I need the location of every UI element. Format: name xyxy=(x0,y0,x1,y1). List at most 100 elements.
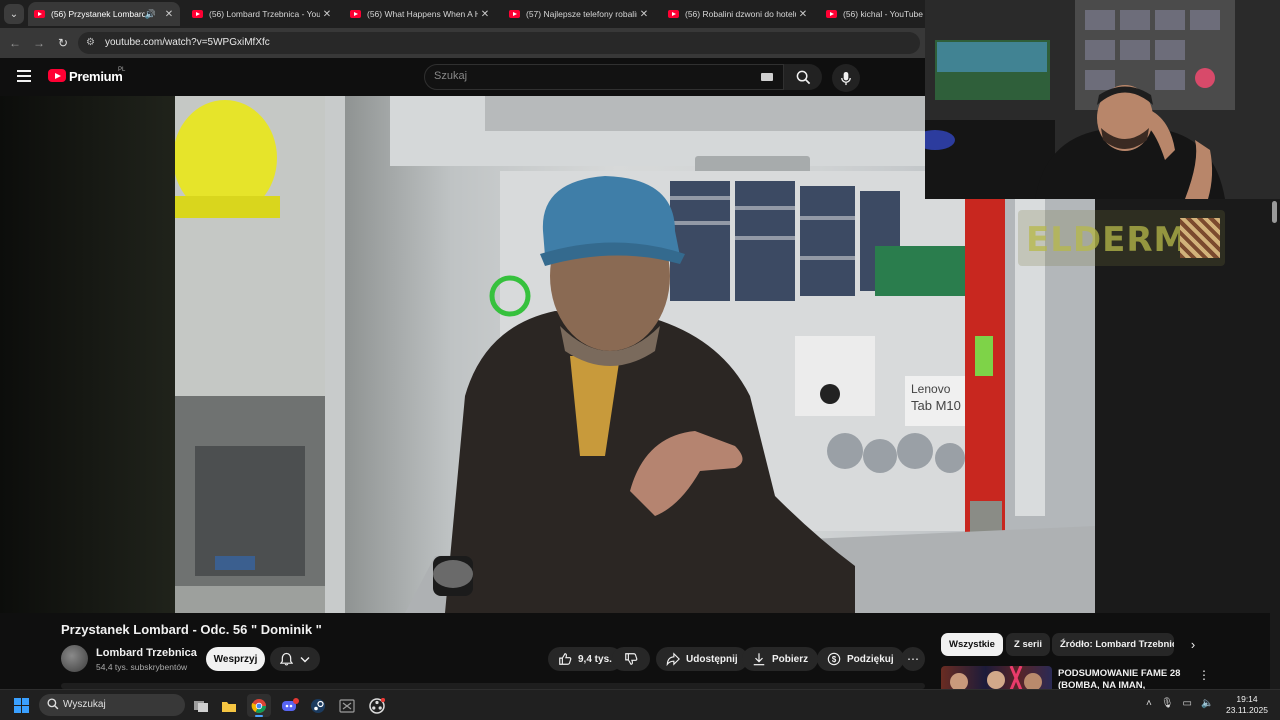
notifications-button[interactable] xyxy=(270,647,320,671)
chip-all[interactable]: Wszystkie xyxy=(941,633,1003,656)
windows-taskbar: Wyszukaj ˄ 🎙 ▭ 🔈 19:14 23.11.2025 xyxy=(0,689,1280,720)
share-icon xyxy=(666,652,680,666)
system-tray: ˄ 🎙 ▭ 🔈 xyxy=(1146,698,1213,709)
tab-najlepsze-telefony[interactable]: (57) Najlepsze telefony robalinie ✕ xyxy=(503,2,655,26)
chevron-right-icon[interactable]: › xyxy=(1184,636,1202,654)
watermark-logo: ELDERM xyxy=(1026,220,1189,260)
qr-code-icon xyxy=(1180,218,1220,258)
xbox-icon[interactable] xyxy=(335,694,359,717)
svg-text:$: $ xyxy=(832,655,837,664)
taskbar-search[interactable]: Wyszukaj xyxy=(39,694,185,716)
youtube-favicon-icon xyxy=(350,10,361,18)
like-count: 9,4 tys. xyxy=(578,653,612,665)
tab-title: (56) Robalini dzwoni do hotelu xyxy=(685,9,796,19)
subscriber-count: 54,4 tys. subskrybentów xyxy=(96,662,188,672)
more-actions-icon[interactable]: ⋯ xyxy=(901,647,925,671)
scrollbar-thumb[interactable] xyxy=(1272,201,1277,223)
thumbs-up-icon xyxy=(559,653,572,665)
download-label: Pobierz xyxy=(772,653,809,665)
share-button[interactable]: Udostępnij xyxy=(656,647,748,671)
tab-search-button[interactable]: ⌄ xyxy=(4,4,24,24)
obs-icon[interactable] xyxy=(365,694,389,717)
channel-name[interactable]: Lombard Trzebnica xyxy=(96,647,197,659)
svg-text:Lenovo: Lenovo xyxy=(911,382,951,396)
url-text[interactable]: youtube.com/watch?v=5WPGxiMfXfc xyxy=(105,37,270,48)
search-input[interactable] xyxy=(434,70,734,82)
microphone-icon xyxy=(841,71,851,85)
related-video-thumbnail[interactable] xyxy=(941,666,1052,690)
microphone-icon[interactable]: 🎙 xyxy=(1161,698,1174,709)
browser-tab-strip: ⌄ (56) Przystanek Lombard - Odc. 56 🔊 ✕ … xyxy=(0,0,925,28)
search-icon xyxy=(47,698,59,710)
file-explorer-icon[interactable] xyxy=(217,694,241,717)
related-menu-icon[interactable]: ⋮ xyxy=(1198,668,1210,682)
clock-time: 19:14 xyxy=(1236,694,1258,704)
tab-title: (56) What Happens When A Hu xyxy=(367,9,478,19)
clock-date: 23.11.2025 xyxy=(1226,705,1268,715)
reload-icon[interactable]: ↻ xyxy=(54,34,72,52)
video-title: Przystanek Lombard - Odc. 56 " Dominik " xyxy=(61,622,322,637)
webcam-overlay xyxy=(925,0,1280,199)
close-icon[interactable]: ✕ xyxy=(162,9,176,20)
youtube-logo-icon[interactable] xyxy=(48,69,66,82)
page-scrollbar[interactable] xyxy=(1270,199,1280,689)
channel-avatar[interactable] xyxy=(61,645,88,672)
volume-icon[interactable]: 🔈 xyxy=(1201,698,1213,709)
youtube-favicon-icon xyxy=(192,10,203,18)
share-label: Udostępnij xyxy=(686,653,738,665)
tab-lombard-trzebnica[interactable]: (56) Lombard Trzebnica - YouTube ✕ xyxy=(186,2,338,26)
svg-text:Tab M10: Tab M10 xyxy=(911,398,961,413)
thumbs-down-icon xyxy=(625,653,638,665)
chip-series[interactable]: Z serii xyxy=(1006,633,1050,656)
site-info-icon[interactable]: ⚙ xyxy=(86,37,98,49)
search-box xyxy=(424,64,784,90)
search-button[interactable] xyxy=(784,64,822,90)
speaker-icon[interactable]: 🔊 xyxy=(145,9,156,20)
keyboard-icon[interactable] xyxy=(761,73,773,81)
like-button[interactable]: 9,4 tys. xyxy=(548,647,622,671)
brand-label[interactable]: Premium xyxy=(69,69,123,84)
youtube-favicon-icon xyxy=(826,10,837,18)
task-view-icon[interactable] xyxy=(189,694,213,717)
address-bar[interactable]: ⚙ youtube.com/watch?v=5WPGxiMfXfc xyxy=(78,32,920,54)
country-code: PL xyxy=(118,67,126,73)
start-button[interactable] xyxy=(14,698,29,713)
back-icon[interactable]: ← xyxy=(6,34,24,52)
close-icon[interactable]: ✕ xyxy=(796,9,810,20)
download-button[interactable]: Pobierz xyxy=(742,647,819,671)
tab-przystanek-lombard[interactable]: (56) Przystanek Lombard - Odc. 56 🔊 ✕ xyxy=(28,2,180,26)
related-thumbnail-image xyxy=(950,666,1042,690)
tab-kichal[interactable]: (56) kichal - YouTube xyxy=(820,2,925,26)
tab-robalini-hotel[interactable]: (56) Robalini dzwoni do hotelu ✕ xyxy=(662,2,814,26)
forward-icon[interactable]: → xyxy=(30,34,48,52)
search-icon xyxy=(796,70,810,84)
chrome-icon[interactable] xyxy=(247,694,271,717)
taskbar-clock[interactable]: 19:14 23.11.2025 xyxy=(1224,694,1270,716)
youtube-favicon-icon xyxy=(668,10,679,18)
close-icon[interactable]: ✕ xyxy=(320,9,334,20)
super-thanks-icon: $ xyxy=(827,652,841,666)
channel-watermark: ELDERM xyxy=(1018,210,1225,266)
webcam-feed-image xyxy=(925,0,1280,199)
chevron-up-icon[interactable]: ˄ xyxy=(1146,698,1152,709)
steam-icon[interactable] xyxy=(306,694,330,717)
chevron-down-icon xyxy=(300,656,310,662)
menu-icon[interactable] xyxy=(17,70,31,82)
youtube-favicon-icon xyxy=(509,10,520,18)
chip-source[interactable]: Źródło: Lombard Trzebnica xyxy=(1052,633,1174,656)
close-icon[interactable]: ✕ xyxy=(637,9,651,20)
close-icon[interactable]: ✕ xyxy=(478,9,492,20)
voice-search-button[interactable] xyxy=(832,64,860,92)
download-icon xyxy=(753,653,765,666)
thanks-label: Podziękuj xyxy=(847,653,894,665)
dislike-button[interactable] xyxy=(612,647,650,671)
bell-icon xyxy=(279,652,293,666)
related-video-title[interactable]: PODSUMOWANIE FAME 28 (BOMBA, NA IMAN, MA… xyxy=(1058,668,1186,690)
network-icon[interactable]: ▭ xyxy=(1183,698,1192,709)
tab-what-happens[interactable]: (56) What Happens When A Hu ✕ xyxy=(344,2,496,26)
tab-title: (56) kichal - YouTube xyxy=(843,9,924,19)
youtube-masthead: Premium PL xyxy=(0,58,925,96)
discord-icon[interactable] xyxy=(278,694,302,717)
support-button[interactable]: Wesprzyj xyxy=(206,647,265,671)
thanks-button[interactable]: $ Podziękuj xyxy=(817,647,904,671)
